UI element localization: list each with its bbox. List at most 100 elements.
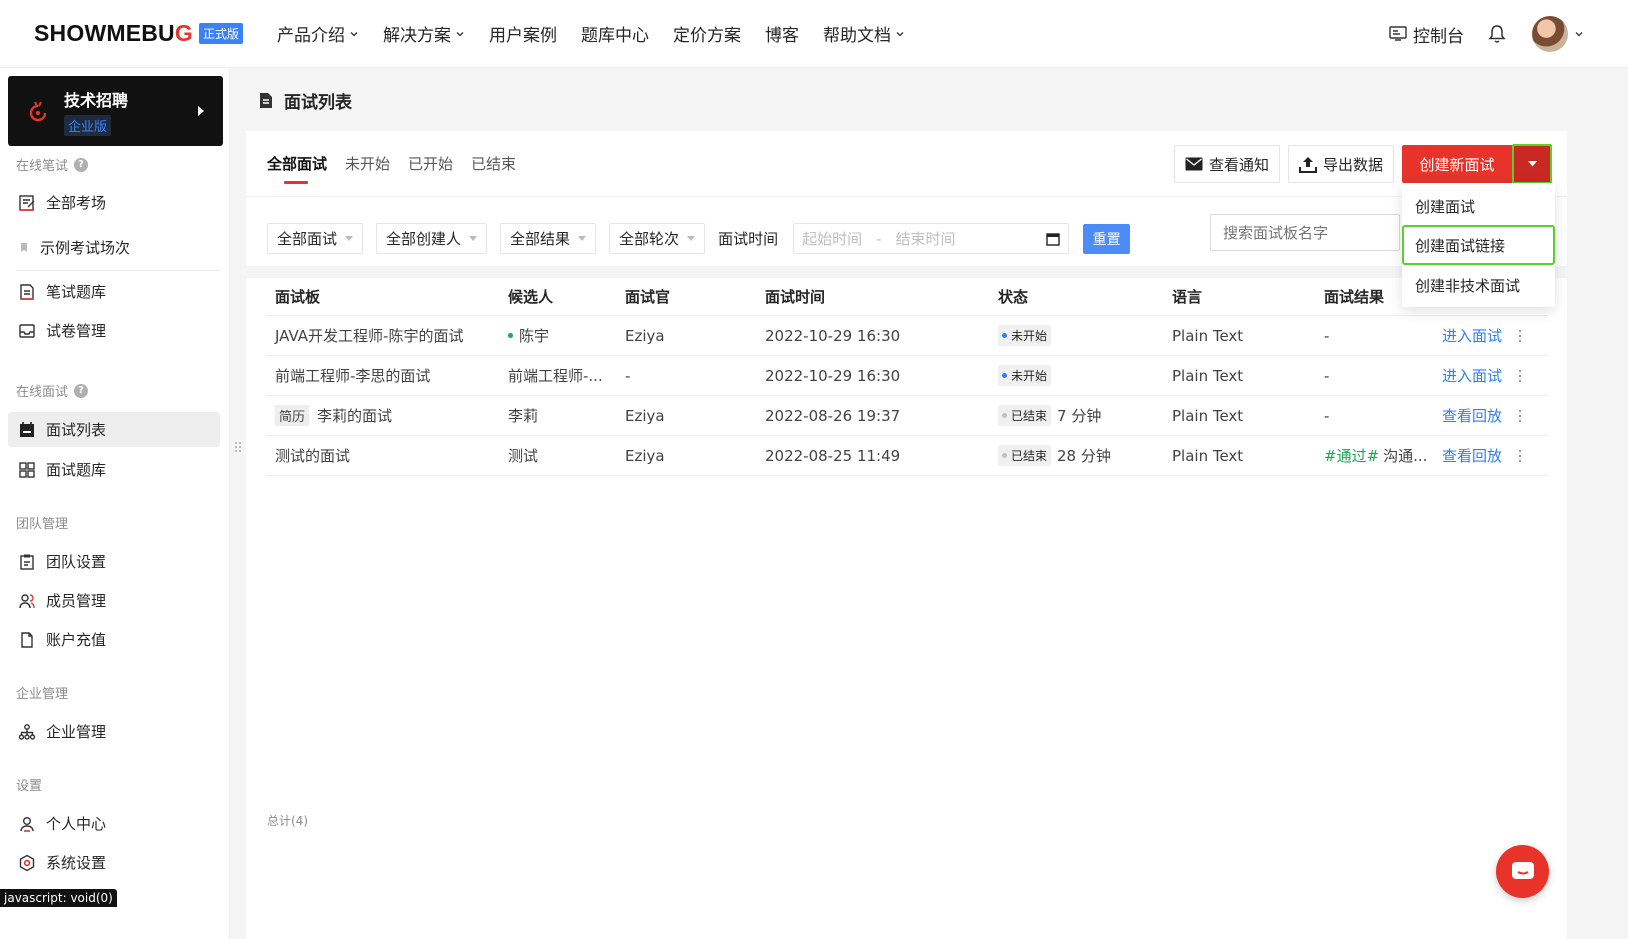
board-cell[interactable]: JAVA开发工程师-陈宇的面试 bbox=[275, 316, 463, 355]
row-action-link[interactable]: 查看回放 bbox=[1442, 436, 1502, 475]
tab-divider bbox=[246, 196, 1567, 197]
inbox-icon bbox=[19, 323, 35, 338]
product-switcher[interactable]: 技术招聘 企业版 bbox=[8, 76, 223, 146]
duration: 7 分钟 bbox=[1057, 407, 1102, 425]
menu-create-interview[interactable]: 创建面试 bbox=[1402, 186, 1555, 226]
caret-down-icon bbox=[469, 236, 478, 241]
create-dropdown-toggle[interactable] bbox=[1512, 144, 1552, 184]
status-badge: 已结束 bbox=[998, 445, 1052, 466]
sidebar-item-member-management[interactable]: 成员管理 bbox=[8, 583, 220, 618]
chat-support-button[interactable] bbox=[1496, 845, 1549, 898]
avatar[interactable] bbox=[1532, 16, 1568, 52]
start-date-placeholder[interactable]: 起始时间 bbox=[802, 228, 862, 249]
menu-create-interview-link[interactable]: 创建面试链接 bbox=[1402, 225, 1555, 265]
board-name: 前端工程师-李思的面试 bbox=[275, 367, 431, 385]
showmebug-logo[interactable]: SHOWMEBUG 正式版 bbox=[34, 20, 243, 47]
grid-icon bbox=[19, 461, 35, 478]
status-cell: 已结束 28 分钟 bbox=[998, 436, 1111, 475]
result-text: - bbox=[1324, 366, 1330, 385]
board-name: 测试的面试 bbox=[275, 447, 351, 465]
filter-all-results[interactable]: 全部结果 bbox=[500, 223, 597, 254]
candidate-cell: 陈宇 bbox=[508, 316, 549, 355]
help-icon[interactable]: ? bbox=[74, 383, 89, 398]
calendar-icon bbox=[20, 421, 34, 437]
help-icon[interactable]: ? bbox=[74, 157, 89, 172]
document-icon bbox=[260, 93, 272, 108]
status-dot bbox=[1002, 453, 1007, 458]
filter-all-creators[interactable]: 全部创建人 bbox=[376, 223, 488, 254]
nav-product[interactable]: 产品介绍 bbox=[277, 21, 359, 46]
sidebar-item-interview-bank[interactable]: 面试题库 bbox=[8, 452, 220, 487]
nav-blog[interactable]: 博客 bbox=[765, 21, 799, 46]
sidebar-item-label: 面试列表 bbox=[46, 421, 107, 439]
board-cell[interactable]: 简历 李莉的面试 bbox=[275, 396, 392, 435]
date-range-picker[interactable]: 起始时间 - 结束时间 bbox=[793, 223, 1070, 254]
chevron-down-icon[interactable] bbox=[1574, 29, 1584, 39]
status-cell: 未开始 bbox=[998, 356, 1052, 395]
more-actions-icon[interactable] bbox=[1518, 356, 1522, 395]
section-enterprise: 企业管理 bbox=[16, 687, 69, 702]
reset-button[interactable]: 重置 bbox=[1083, 223, 1131, 254]
user-icon bbox=[20, 816, 34, 832]
drag-handle-icon[interactable] bbox=[234, 440, 242, 454]
nav-help-docs[interactable]: 帮助文档 bbox=[823, 21, 905, 46]
duration: 28 分钟 bbox=[1057, 447, 1111, 465]
sidebar-item-sample-exam[interactable]: 示例考试场次 bbox=[8, 230, 220, 265]
table-row: 简历 李莉的面试 李莉 Eziya 2022-08-26 19:37 已结束 7 分… bbox=[266, 396, 1548, 436]
interview-controls-card: 全部面试 未开始 已开始 已结束 查看通知 导出数据 创建新面试 全部面试 全部… bbox=[246, 131, 1567, 266]
sidebar-item-personal-center[interactable]: 个人中心 bbox=[8, 806, 220, 841]
bookmark-icon bbox=[21, 242, 27, 252]
language-cell: Plain Text bbox=[1172, 406, 1244, 425]
browser-status-bar: javascript: void(0) bbox=[0, 889, 117, 907]
menu-create-non-tech-interview[interactable]: 创建非技术面试 bbox=[1402, 265, 1555, 305]
tab-started[interactable]: 已开始 bbox=[408, 153, 453, 185]
resume-tag[interactable]: 简历 bbox=[275, 405, 310, 426]
nav-solutions[interactable]: 解决方案 bbox=[383, 21, 465, 46]
sidebar-item-written-bank[interactable]: 笔试题库 bbox=[8, 274, 220, 309]
board-cell[interactable]: 前端工程师-李思的面试 bbox=[275, 356, 430, 395]
tab-ended[interactable]: 已结束 bbox=[471, 153, 516, 185]
calendar-icon[interactable] bbox=[1046, 232, 1060, 246]
col-time: 面试时间 bbox=[765, 288, 826, 306]
console-link[interactable]: 控制台 bbox=[1389, 22, 1464, 47]
nav-pricing[interactable]: 定价方案 bbox=[673, 21, 741, 46]
row-action-link[interactable]: 查看回放 bbox=[1442, 396, 1502, 435]
sidebar-item-paper-management[interactable]: 试卷管理 bbox=[8, 313, 220, 348]
product-badge: 企业版 bbox=[64, 114, 112, 136]
view-notifications-label: 查看通知 bbox=[1209, 155, 1270, 174]
row-action-link[interactable]: 进入面试 bbox=[1442, 316, 1502, 355]
sidebar-item-label: 企业管理 bbox=[46, 723, 107, 741]
nav-question-bank[interactable]: 题库中心 bbox=[581, 21, 649, 46]
more-actions-icon[interactable] bbox=[1518, 436, 1522, 475]
time-cell: 2022-10-29 16:30 bbox=[765, 326, 901, 345]
more-actions-icon[interactable] bbox=[1518, 396, 1522, 435]
caret-down-icon bbox=[687, 236, 696, 241]
tab-not-started[interactable]: 未开始 bbox=[345, 153, 390, 185]
filter-all-rounds[interactable]: 全部轮次 bbox=[609, 223, 706, 254]
filter-all-interviews[interactable]: 全部面试 bbox=[267, 223, 364, 254]
sidebar-item-enterprise-management[interactable]: 企业管理 bbox=[8, 714, 220, 749]
notification-bell[interactable] bbox=[1488, 24, 1506, 44]
sidebar-item-team-settings[interactable]: 团队设置 bbox=[8, 544, 220, 579]
export-data-button[interactable]: 导出数据 bbox=[1288, 145, 1395, 183]
more-actions-icon[interactable] bbox=[1518, 316, 1522, 355]
row-action-link[interactable]: 进入面试 bbox=[1442, 356, 1502, 395]
tab-all[interactable]: 全部面试 bbox=[267, 153, 327, 185]
table-row: 前端工程师-李思的面试 前端工程师-... - 2022-10-29 16:30… bbox=[266, 356, 1548, 396]
document-icon bbox=[20, 283, 34, 300]
view-notifications-button[interactable]: 查看通知 bbox=[1174, 145, 1281, 183]
nav-right: 控制台 bbox=[1389, 0, 1628, 68]
col-result: 面试结果 bbox=[1324, 288, 1385, 306]
sidebar-item-all-exam-rooms[interactable]: 全部考场 bbox=[8, 185, 220, 220]
users-icon bbox=[19, 593, 35, 608]
sidebar-item-interview-list[interactable]: 面试列表 bbox=[8, 412, 220, 447]
nav-cases[interactable]: 用户案例 bbox=[489, 21, 557, 46]
sidebar-item-account-recharge[interactable]: 账户充值 bbox=[8, 622, 220, 657]
sidebar-item-system-settings[interactable]: 系统设置 bbox=[8, 845, 220, 880]
board-cell[interactable]: 测试的面试 bbox=[275, 436, 350, 475]
create-interview-button[interactable]: 创建新面试 bbox=[1402, 145, 1512, 183]
search-input[interactable] bbox=[1210, 214, 1400, 251]
interviewer-cell: Eziya bbox=[625, 406, 665, 425]
end-date-placeholder[interactable]: 结束时间 bbox=[896, 228, 956, 249]
col-language: 语言 bbox=[1172, 288, 1203, 306]
